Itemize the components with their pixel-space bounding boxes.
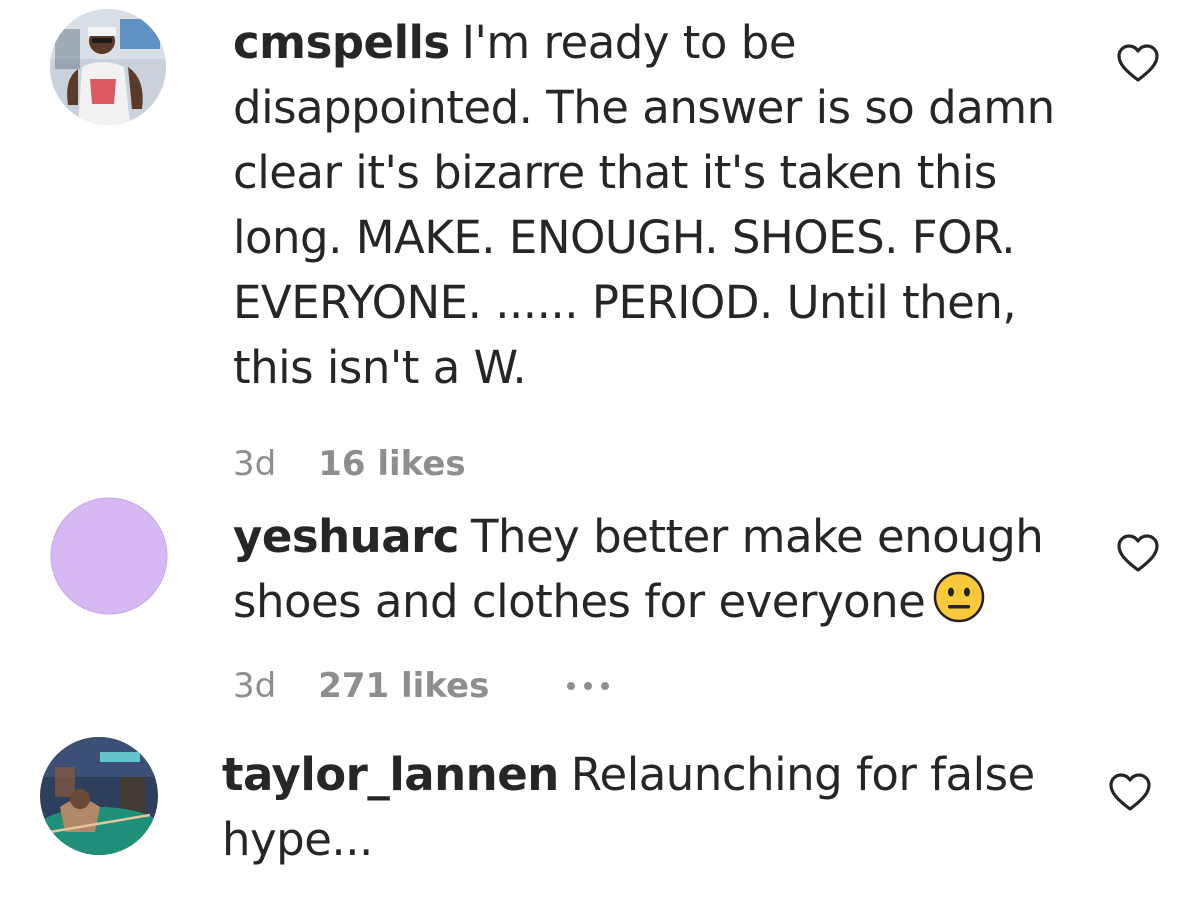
comments-list: cmspells I'm ready to be disappointed. Th… [0, 0, 1200, 900]
comment-text: I'm ready to be disappointed. The answer… [233, 16, 1055, 394]
username-link[interactable]: taylor_lannen [222, 748, 559, 801]
username-link[interactable]: cmspells [233, 16, 450, 69]
profile-photo-icon [50, 9, 166, 125]
comment-meta: 3d 271 likes [233, 666, 610, 706]
neutral-face-emoji-icon [933, 571, 985, 623]
comment-timestamp[interactable]: 3d [233, 444, 276, 484]
avatar-cmspells[interactable] [50, 9, 166, 125]
default-avatar-icon [50, 497, 168, 615]
more-options-icon[interactable] [567, 682, 610, 690]
comment-body: taylor_lannen Relaunching for false hype.… [222, 742, 1052, 872]
heart-outline-icon [1117, 44, 1159, 82]
like-button[interactable] [1108, 772, 1152, 812]
avatar-taylor_lannen[interactable] [40, 737, 158, 855]
profile-photo-icon [40, 737, 158, 855]
heart-outline-icon [1109, 773, 1151, 811]
heart-outline-icon [1117, 534, 1159, 572]
like-button[interactable] [1116, 533, 1160, 573]
comment-body: yeshuarc They better make enough shoes an… [233, 504, 1063, 634]
likes-count[interactable]: 271 likes [318, 666, 489, 706]
comment-body: cmspells I'm ready to be disappointed. Th… [233, 10, 1063, 400]
comment-meta: 3d 16 likes [233, 444, 466, 484]
likes-count[interactable]: 16 likes [318, 444, 465, 484]
avatar-yeshuarc[interactable] [50, 497, 168, 615]
username-link[interactable]: yeshuarc [233, 510, 459, 563]
comment-timestamp[interactable]: 3d [233, 666, 276, 706]
like-button[interactable] [1116, 43, 1160, 83]
